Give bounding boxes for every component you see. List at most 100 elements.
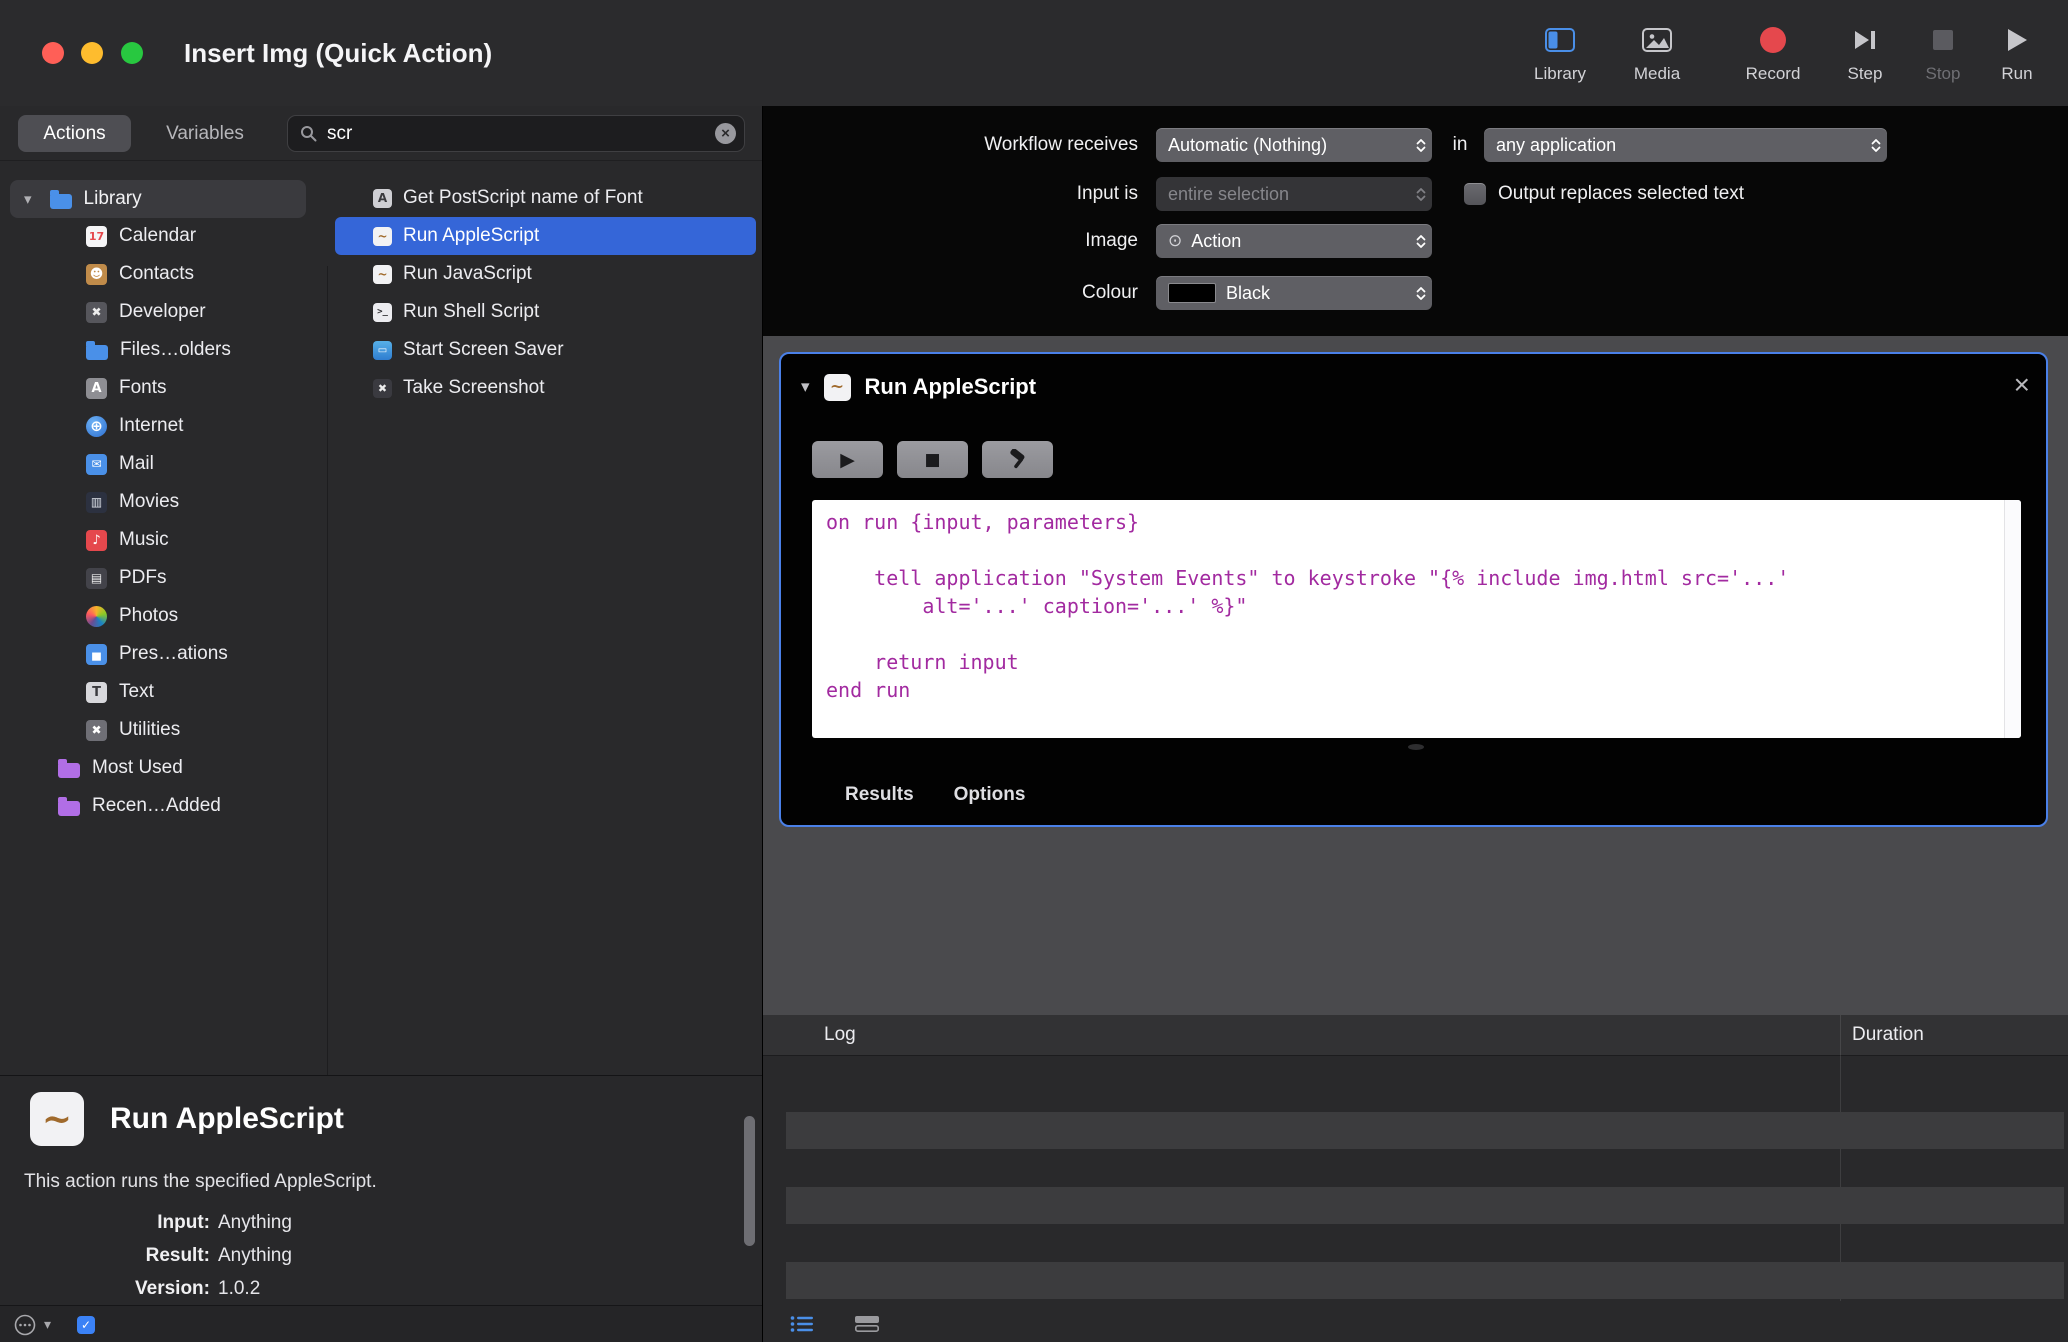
sidebar-item-library[interactable]: ▾ Library xyxy=(10,180,306,218)
sidebar-item-utilities[interactable]: ✖ Utilities xyxy=(0,711,327,749)
description-field: Version: 1.0.2 xyxy=(60,1272,400,1305)
sidebar-item-label: Files…olders xyxy=(120,339,231,360)
popup-stepper-icon xyxy=(1416,187,1426,202)
result-item-run-javascript[interactable]: ~ Run JavaScript xyxy=(335,255,756,293)
sidebar-item-photos[interactable]: Photos xyxy=(0,597,327,635)
sidebar-item-label: Contacts xyxy=(119,263,194,284)
tab-results[interactable]: Results xyxy=(845,784,914,806)
result-item-get-postscript-name-of-font[interactable]: A Get PostScript name of Font xyxy=(335,179,756,217)
close-icon[interactable]: × xyxy=(2014,354,2030,420)
description-field: Result: Anything xyxy=(60,1239,400,1272)
sidebar-item-music[interactable]: ♪ Music xyxy=(0,521,327,559)
panel-view-icon[interactable] xyxy=(854,1315,880,1333)
search-field[interactable]: × xyxy=(287,115,745,152)
chevron-down-icon[interactable]: ▾ xyxy=(44,1316,51,1333)
sidebar-item-internet[interactable]: ⊕ Internet xyxy=(0,407,327,445)
sidebar-item-fonts[interactable]: A Fonts xyxy=(0,369,327,407)
result-item-run-shell-script[interactable]: >_ Run Shell Script xyxy=(335,293,756,331)
description-scrollbar[interactable] xyxy=(744,1116,755,1246)
log-row xyxy=(786,1262,2064,1299)
output-replaces-checkbox[interactable] xyxy=(1464,183,1486,205)
toolbar-button-library[interactable]: Library xyxy=(1512,18,1608,96)
sidebar-item-pdfs[interactable]: ▤ PDFs xyxy=(0,559,327,597)
sidebar-item-label: Internet xyxy=(119,415,184,436)
search-input[interactable] xyxy=(325,121,715,146)
media-browser-icon[interactable] xyxy=(14,1314,36,1336)
photos-icon xyxy=(86,605,107,627)
list-view-icon[interactable] xyxy=(790,1315,814,1333)
search-icon xyxy=(300,125,317,142)
sidebar-item-movies[interactable]: ▥ Movies xyxy=(0,483,327,521)
sidebar-item-pres-ations[interactable]: ▅ Pres…ations xyxy=(0,635,327,673)
sidebar-item-label: PDFs xyxy=(119,567,167,588)
zoom-window-button[interactable] xyxy=(121,42,143,64)
toolbar-button-record[interactable]: Record xyxy=(1725,18,1821,96)
colour-popup[interactable]: Black xyxy=(1156,276,1432,310)
stop-script-button[interactable]: ■ xyxy=(897,441,968,478)
popup-value: any application xyxy=(1496,134,1617,155)
toolbar-button-label: Stop xyxy=(1925,64,1961,83)
sidebar-item-most-used[interactable]: Most Used xyxy=(0,749,327,787)
workflow-receives-popup[interactable]: Automatic (Nothing) xyxy=(1156,128,1432,162)
action-description-panel: ~ Run AppleScript This action runs the s… xyxy=(0,1075,762,1306)
toolbar-button-run[interactable]: Run xyxy=(1969,18,2065,96)
toolbar-button-label: Record xyxy=(1745,64,1801,83)
result-item-start-screen-saver[interactable]: ▭ Start Screen Saver xyxy=(335,331,756,369)
automator-window: Insert Img (Quick Action) Library Media Re… xyxy=(0,0,2068,1342)
tab-actions[interactable]: Actions xyxy=(18,115,131,152)
result-item-label: Run Shell Script xyxy=(403,301,540,322)
sidebar-item-recen-added[interactable]: Recen…Added xyxy=(0,787,327,825)
tab-options[interactable]: Options xyxy=(954,784,1026,806)
result-item-label: Take Screenshot xyxy=(403,377,545,398)
sidebar-item-developer[interactable]: ✖ Developer xyxy=(0,293,327,331)
chevron-down-icon[interactable]: ▾ xyxy=(801,377,810,397)
stop-icon xyxy=(1931,18,1955,62)
sidebar-item-text[interactable]: T Text xyxy=(0,673,327,711)
description-field-label: Result: xyxy=(145,1244,210,1266)
close-window-button[interactable] xyxy=(42,42,64,64)
chevron-down-icon[interactable]: ▾ xyxy=(24,190,32,208)
mail-icon: ✉ xyxy=(86,453,107,475)
toolbar-button-media[interactable]: Media xyxy=(1609,18,1705,96)
color-swatch xyxy=(1168,283,1216,303)
clear-search-icon[interactable]: × xyxy=(715,123,736,144)
action-glyph-icon: ⊙ xyxy=(1168,231,1183,251)
sidebar-item-label: Calendar xyxy=(119,225,197,246)
run-applescript-action-card: ▾ ~ Run AppleScript × ▶ ■ on run {input,… xyxy=(779,352,2048,827)
minimize-window-button[interactable] xyxy=(81,42,103,64)
resize-handle[interactable] xyxy=(1408,744,1424,750)
output-replaces-label: Output replaces selected text xyxy=(1498,183,1745,204)
colour-label: Colour xyxy=(1082,282,1138,303)
action-card-title: Run AppleScript xyxy=(864,374,1037,399)
library-folder-icon xyxy=(49,190,72,209)
panel-footer: ▾ ✓ xyxy=(0,1305,762,1342)
applescript-code-editor[interactable]: on run {input, parameters} tell applicat… xyxy=(812,500,2021,738)
result-item-run-applescript[interactable]: ~ Run AppleScript xyxy=(335,217,756,255)
applescript-icon: ~ xyxy=(823,373,851,401)
sidebar-item-label: Photos xyxy=(119,605,179,626)
tab-variables[interactable]: Variables xyxy=(150,115,260,152)
record-icon xyxy=(1759,18,1787,62)
sidebar-item-calendar[interactable]: 17 Calendar xyxy=(0,217,327,255)
editor-scrollbar[interactable] xyxy=(2004,500,2021,738)
sidebar-item-files-olders[interactable]: Files…olders xyxy=(0,331,327,369)
workflow-receives-label: Workflow receives xyxy=(984,134,1138,155)
application-popup[interactable]: any application xyxy=(1484,128,1887,162)
action-checkbox-icon[interactable]: ✓ xyxy=(77,1315,96,1334)
panel-topbar: Actions Variables × xyxy=(0,106,762,161)
sidebar-item-mail[interactable]: ✉ Mail xyxy=(0,445,327,483)
fonts-icon: A xyxy=(86,377,107,399)
titlebar: Insert Img (Quick Action) Library Media Re… xyxy=(0,0,2068,107)
run-script-button[interactable]: ▶ xyxy=(812,441,883,478)
popup-value: Action xyxy=(1191,230,1242,251)
sidebar-item-label: Fonts xyxy=(119,377,167,398)
result-item-take-screenshot[interactable]: ✖ Take Screenshot xyxy=(335,369,756,407)
applescript-icon: ~ xyxy=(30,1092,84,1146)
screensaver-icon: ▭ xyxy=(373,340,392,360)
image-popup[interactable]: ⊙ Action xyxy=(1156,224,1432,258)
popup-value: Automatic (Nothing) xyxy=(1168,134,1328,155)
popup-value: entire selection xyxy=(1168,183,1290,204)
sidebar-item-contacts[interactable]: ☻ Contacts xyxy=(0,255,327,293)
compile-script-button[interactable] xyxy=(982,441,1053,478)
movies-icon: ▥ xyxy=(86,491,107,513)
